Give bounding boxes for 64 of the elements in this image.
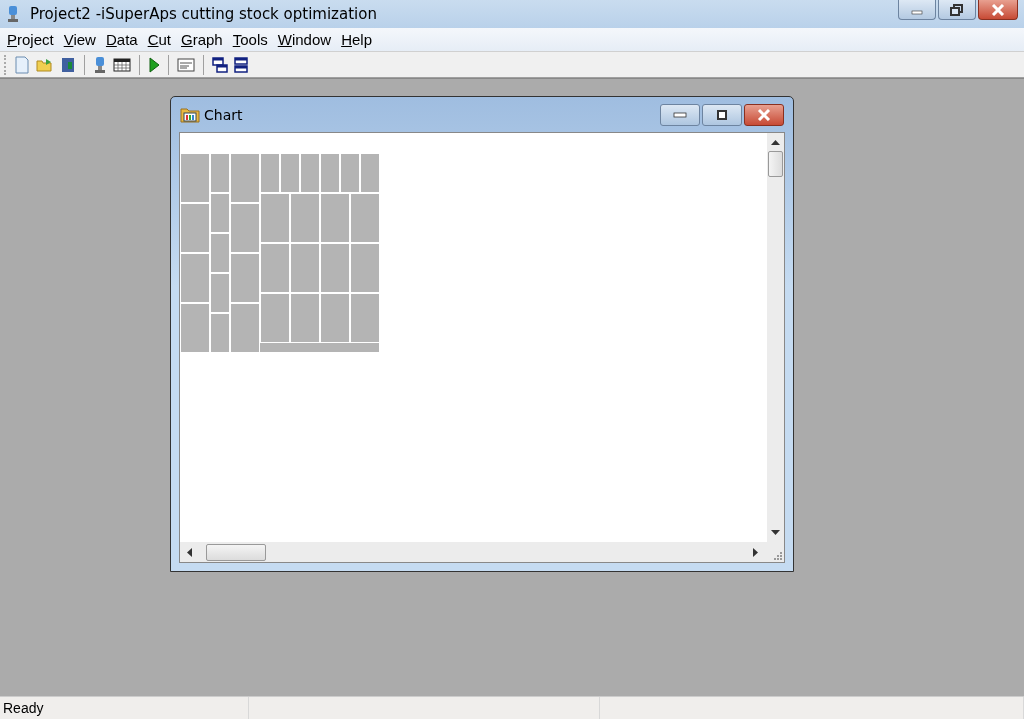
close-icon	[991, 3, 1005, 16]
scroll-thumb[interactable]	[206, 543, 266, 561]
scroll-up-icon[interactable]	[771, 140, 780, 145]
table-icon[interactable]	[113, 57, 131, 72]
cut-piece	[181, 254, 209, 302]
cut-piece	[181, 204, 209, 252]
horizontal-scrollbar[interactable]	[180, 542, 765, 562]
cut-piece	[291, 194, 319, 242]
cut-piece	[211, 194, 229, 232]
menu-item[interactable]: Tools	[229, 31, 275, 48]
cut-piece	[231, 154, 259, 202]
cut-piece	[261, 154, 279, 192]
cut-piece	[261, 244, 289, 292]
cut-piece	[261, 194, 289, 242]
menu-item[interactable]: Window	[274, 31, 339, 48]
cut-piece	[181, 304, 209, 352]
cut-piece	[341, 154, 359, 192]
cascade-windows-icon[interactable]	[212, 56, 228, 73]
cut-piece	[321, 194, 349, 242]
menu-item[interactable]: Graph	[178, 31, 230, 48]
scroll-thumb[interactable]	[768, 151, 783, 177]
cut-piece	[231, 254, 259, 302]
scroll-left-icon[interactable]	[187, 547, 192, 557]
cut-piece	[291, 244, 319, 292]
cut-piece	[351, 244, 379, 292]
cut-piece	[321, 244, 349, 292]
restore-icon	[950, 3, 964, 16]
cut-piece	[321, 154, 339, 192]
scroll-right-icon[interactable]	[753, 547, 758, 557]
maximize-button[interactable]	[702, 103, 742, 126]
window-title: Project2 -iSuperAps cutting stock optimization	[30, 5, 378, 23]
cut-piece	[301, 154, 319, 192]
cut-piece	[211, 154, 229, 192]
menu-item[interactable]: Data	[102, 31, 145, 48]
cut-piece	[361, 154, 379, 192]
menu-item[interactable]: Help	[338, 31, 379, 48]
cut-piece	[281, 154, 299, 192]
minimize-icon	[673, 111, 687, 118]
close-icon	[757, 108, 771, 121]
cut-piece	[181, 154, 209, 202]
minimize-button[interactable]	[660, 103, 700, 126]
exit-door-icon[interactable]	[60, 56, 76, 73]
form-icon[interactable]	[177, 57, 195, 72]
vertical-scrollbar[interactable]	[767, 133, 784, 542]
resize-grip-icon[interactable]	[773, 551, 782, 560]
cut-piece	[211, 314, 229, 352]
status-text: Ready	[0, 697, 249, 719]
menu-item[interactable]: Cut	[144, 31, 178, 48]
menu-item[interactable]: View	[60, 31, 103, 48]
tile-windows-icon[interactable]	[234, 56, 248, 73]
scroll-down-icon[interactable]	[771, 530, 780, 535]
menu-item[interactable]: Project	[4, 31, 61, 48]
cut-piece	[211, 274, 229, 312]
cut-piece	[211, 234, 229, 272]
folder-chart-icon	[180, 106, 200, 123]
close-button[interactable]	[744, 103, 784, 126]
restore-button[interactable]	[938, 0, 976, 20]
cut-piece	[351, 194, 379, 242]
window-title: Chart	[204, 106, 244, 123]
cut-piece	[231, 204, 259, 252]
run-icon[interactable]	[148, 56, 160, 73]
maximize-icon	[716, 109, 728, 120]
open-folder-icon[interactable]	[36, 56, 54, 73]
close-button[interactable]	[978, 0, 1018, 20]
